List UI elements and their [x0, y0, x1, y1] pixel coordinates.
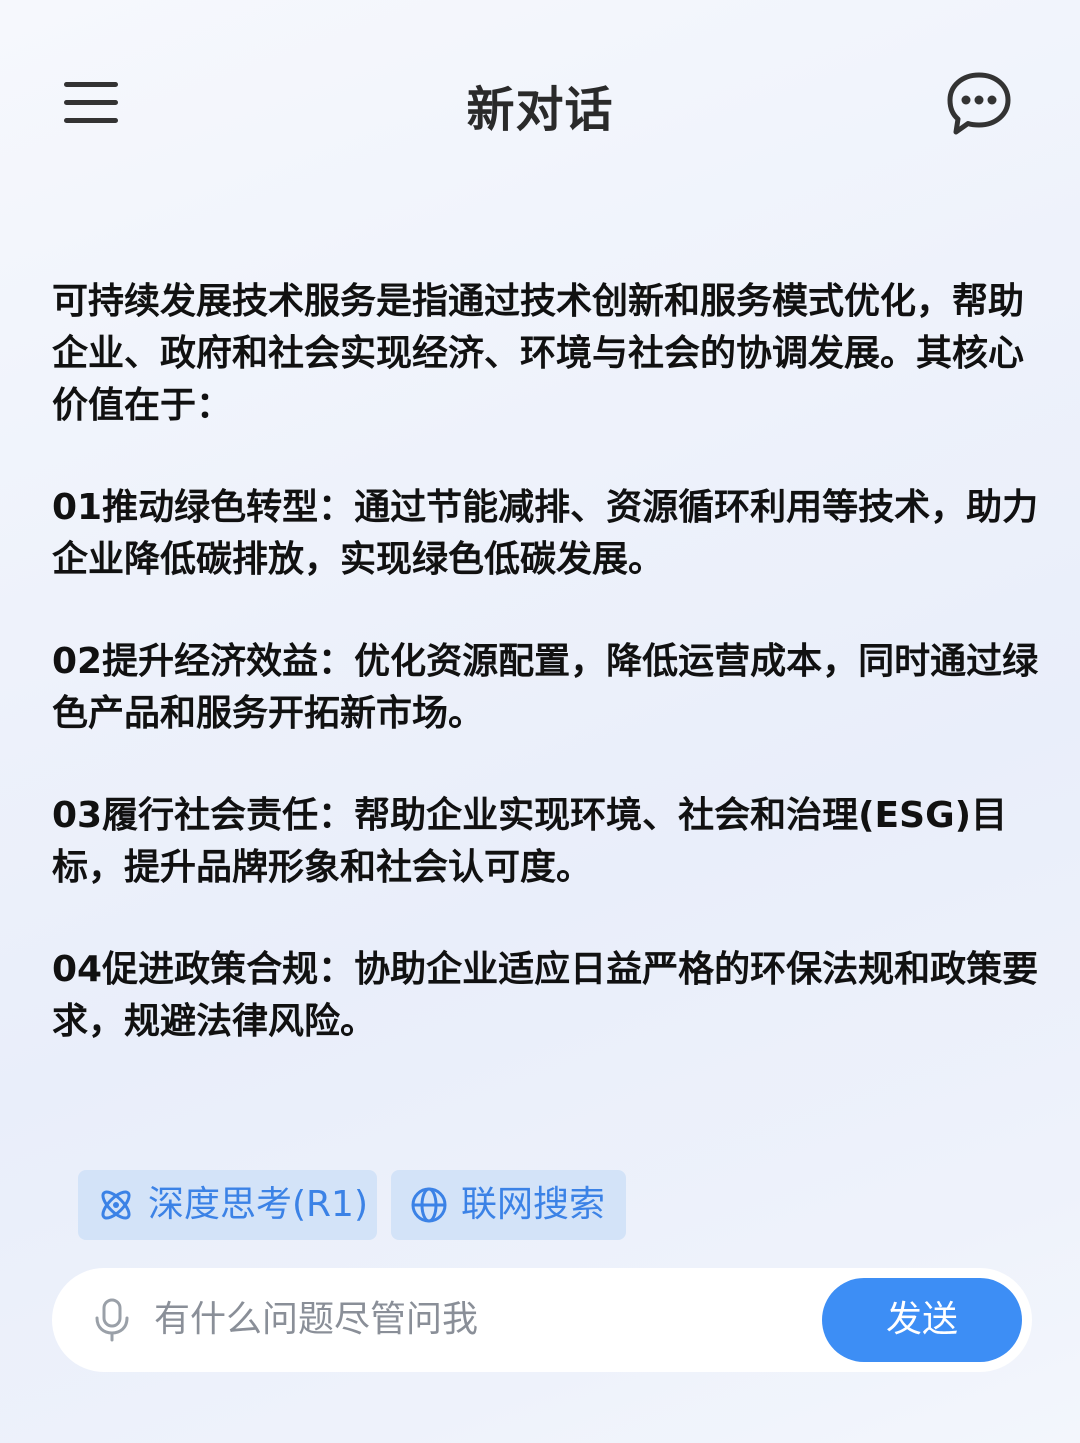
- voice-input-button[interactable]: [92, 1298, 132, 1342]
- message-point-02: 02提升经济效益：优化资源配置，降低运营成本，同时通过绿色产品和服务开拓新市场。: [52, 641, 1039, 734]
- deep-think-label: 深度思考(R1): [148, 1184, 369, 1225]
- send-button[interactable]: 发送: [822, 1278, 1022, 1362]
- assistant-message: 可持续发展技术服务是指通过技术创新和服务模式优化，帮助企业、政府和社会实现经济、…: [52, 276, 1042, 1098]
- message-intro: 可持续发展技术服务是指通过技术创新和服务模式优化，帮助企业、政府和社会实现经济、…: [52, 281, 1025, 426]
- message-point-04: 04促进政策合规：协助企业适应日益严格的环保法规和政策要求，规避法律风险。: [52, 949, 1039, 1042]
- microphone-icon: [95, 1298, 129, 1342]
- message-point-01: 01推动绿色转型：通过节能减排、资源循环利用等技术，助力企业降低碳排放，实现绿色…: [52, 487, 1039, 580]
- new-chat-button[interactable]: [944, 70, 1014, 136]
- top-bar: 新对话: [0, 0, 1080, 200]
- page-title: 新对话: [466, 82, 614, 138]
- chat-bubble-icon: [947, 72, 1011, 135]
- message-input[interactable]: 有什么问题尽管问我: [154, 1268, 478, 1372]
- deep-think-toggle[interactable]: 深度思考(R1): [78, 1170, 377, 1240]
- message-point-03: 03履行社会责任：帮助企业实现环境、社会和治理(ESG)目标，提升品牌形象和社会…: [52, 795, 1008, 888]
- atom-icon: [101, 1190, 131, 1220]
- chat-input-bar: 有什么问题尽管问我 发送: [52, 1268, 1032, 1372]
- web-search-label: 联网搜索: [461, 1184, 606, 1225]
- web-search-toggle[interactable]: 联网搜索: [391, 1170, 626, 1240]
- globe-icon: [411, 1187, 447, 1223]
